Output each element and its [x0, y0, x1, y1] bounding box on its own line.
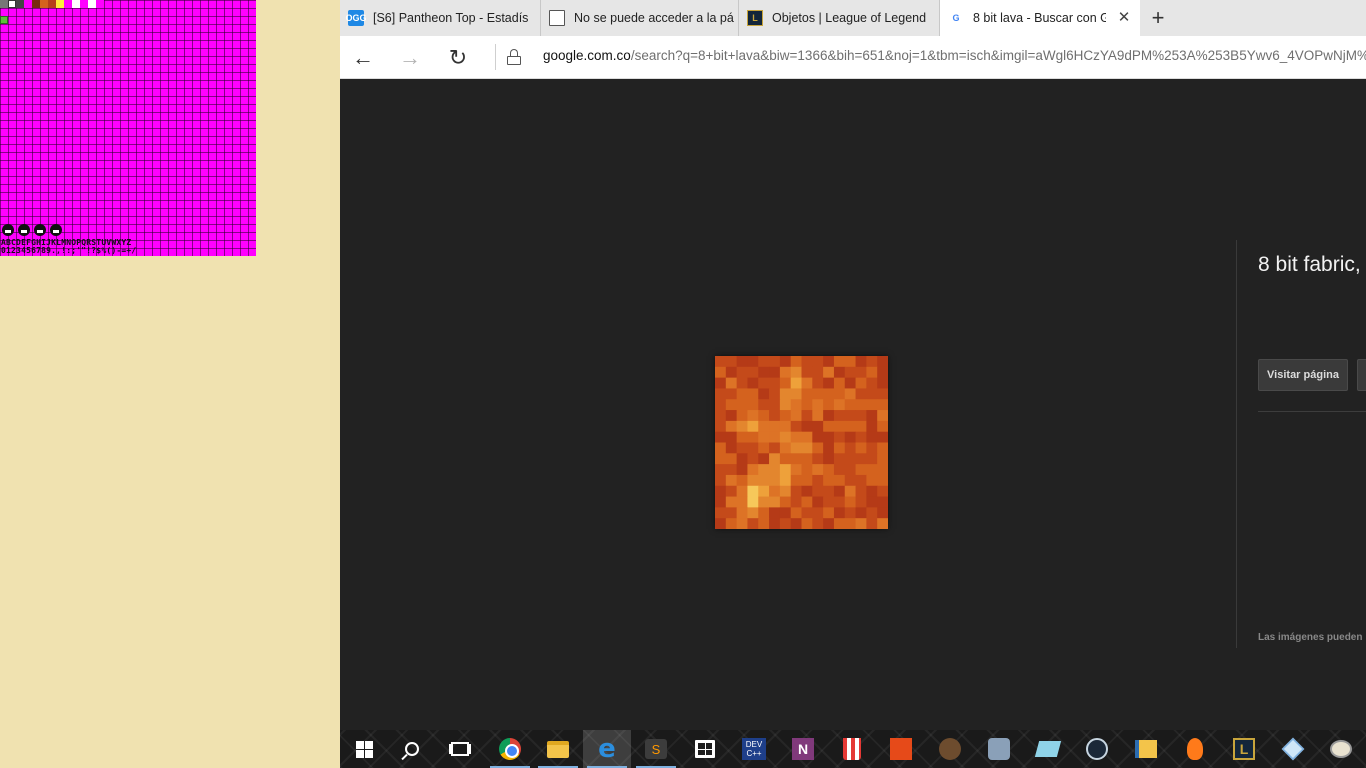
paint-palette-icon: [1330, 740, 1352, 758]
tab-google-search[interactable]: G 8 bit lava - Buscar con G ✕: [940, 0, 1140, 36]
tab-title: 8 bit lava - Buscar con G: [973, 11, 1106, 25]
popcorn-icon: [843, 738, 861, 760]
google-favicon-icon: G: [952, 13, 960, 23]
forward-button[interactable]: →: [395, 43, 425, 73]
taskbar-file-manager[interactable]: [1122, 730, 1170, 768]
taskbar-onenote[interactable]: N: [779, 730, 827, 768]
taskbar-dev-cpp[interactable]: DEV C++: [730, 730, 778, 768]
search-button[interactable]: [388, 730, 436, 768]
edge-icon: e: [598, 734, 616, 764]
tab-strip: OGG [S6] Pantheon Top - Estadís No se pu…: [340, 0, 1366, 36]
sublime-text-icon: S: [645, 739, 667, 759]
toolbar-divider: [495, 44, 496, 70]
bitmap-font: ABCDEFGHIJKLMNOPQRSTUVWXYZ 0123456789.,!:…: [1, 239, 136, 255]
taskbar-chrome[interactable]: [486, 730, 534, 768]
taskbar-cube-app[interactable]: [1269, 730, 1317, 768]
copyright-note: Las imágenes pueden: [1258, 632, 1363, 643]
dev-cpp-icon: DEV C++: [742, 738, 766, 760]
tab-league-items[interactable]: L Objetos | League of Legend: [739, 0, 940, 36]
cube-icon: [1281, 737, 1305, 761]
file-manager-icon: [1135, 740, 1157, 758]
tab-no-access[interactable]: No se puede acceder a la pá: [541, 0, 739, 36]
taskbar-office[interactable]: [877, 730, 925, 768]
chrome-icon: [499, 738, 521, 760]
taskbar-store[interactable]: [681, 730, 729, 768]
new-tab-button[interactable]: +: [1146, 6, 1170, 30]
taskbar-fire-app[interactable]: [1171, 730, 1219, 768]
image-title[interactable]: 8 bit fabric,: [1258, 253, 1361, 277]
refresh-button[interactable]: ↻: [443, 43, 473, 73]
crystal-icon: [1034, 741, 1062, 757]
navigation-bar: ← → ↻ google.com.co/search?q=8+bit+lava&…: [340, 36, 1366, 79]
view-image-button[interactable]: [1357, 359, 1366, 391]
onenote-icon: N: [792, 738, 814, 760]
taskbar-crystal-app[interactable]: [1024, 730, 1072, 768]
gear-icon: [988, 738, 1010, 760]
store-icon: [695, 740, 715, 758]
character-sprite: [50, 224, 62, 236]
back-button[interactable]: ←: [348, 43, 378, 73]
address-bar[interactable]: google.com.co/search?q=8+bit+lava&biw=13…: [543, 48, 1366, 63]
taskbar-steam[interactable]: [1073, 730, 1121, 768]
address-path: /search?q=8+bit+lava&biw=1366&bih=651&no…: [630, 48, 1366, 63]
address-domain: google.com.co: [543, 48, 631, 63]
character-sprite: [18, 224, 30, 236]
close-tab-icon[interactable]: ✕: [1116, 10, 1132, 26]
taskbar: e S DEV C++ N L: [340, 730, 1366, 768]
visit-page-button[interactable]: Visitar página: [1258, 359, 1348, 391]
fire-icon: [1187, 738, 1203, 760]
sprite-characters: [2, 224, 62, 236]
tab-title: Objetos | League of Legend: [772, 11, 927, 25]
taskbar-league[interactable]: L: [1220, 730, 1268, 768]
task-view-icon: [451, 742, 469, 756]
taskbar-pirate-game[interactable]: [926, 730, 974, 768]
tab-title: [S6] Pantheon Top - Estadís: [373, 11, 529, 25]
search-icon: [405, 742, 419, 756]
league-of-legends-icon: L: [1233, 738, 1255, 760]
lava-image-preview[interactable]: [715, 356, 888, 529]
tab-pantheon[interactable]: OGG [S6] Pantheon Top - Estadís: [340, 0, 541, 36]
windows-icon: [355, 740, 373, 758]
browser-window: OGG [S6] Pantheon Top - Estadís No se pu…: [340, 0, 1366, 730]
image-details-panel: 8 bit fabric, Visitar página Las imágene…: [1236, 240, 1366, 648]
taskbar-paint[interactable]: [1317, 730, 1365, 768]
taskbar-sublime[interactable]: S: [632, 730, 680, 768]
grass-tile: [0, 16, 8, 24]
details-divider: [1258, 411, 1366, 412]
character-sprite: [2, 224, 14, 236]
tab-title: No se puede acceder a la pá: [574, 11, 734, 25]
character-sprite: [34, 224, 46, 236]
task-view-button[interactable]: [436, 730, 484, 768]
lol-favicon-icon: L: [747, 10, 763, 26]
sprite-sheet-canvas[interactable]: ABCDEFGHIJKLMNOPQRSTUVWXYZ 0123456789.,!:…: [0, 0, 256, 256]
taskbar-file-explorer[interactable]: [534, 730, 582, 768]
page-favicon-icon: [549, 10, 565, 26]
office-icon: [890, 738, 912, 760]
taskbar-popcorn[interactable]: [828, 730, 876, 768]
folder-icon: [547, 740, 569, 758]
pirate-game-icon: [939, 738, 961, 760]
steam-icon: [1086, 738, 1108, 760]
taskbar-edge[interactable]: e: [583, 730, 631, 768]
taskbar-settings-app[interactable]: [975, 730, 1023, 768]
ogg-favicon-icon: OGG: [346, 10, 367, 26]
sprite-top-row: [0, 0, 104, 8]
lock-icon[interactable]: [507, 49, 521, 65]
start-button[interactable]: [340, 730, 388, 768]
font-row-symbols: 0123456789.,!:;'"!?$%()-=+/: [1, 246, 137, 255]
